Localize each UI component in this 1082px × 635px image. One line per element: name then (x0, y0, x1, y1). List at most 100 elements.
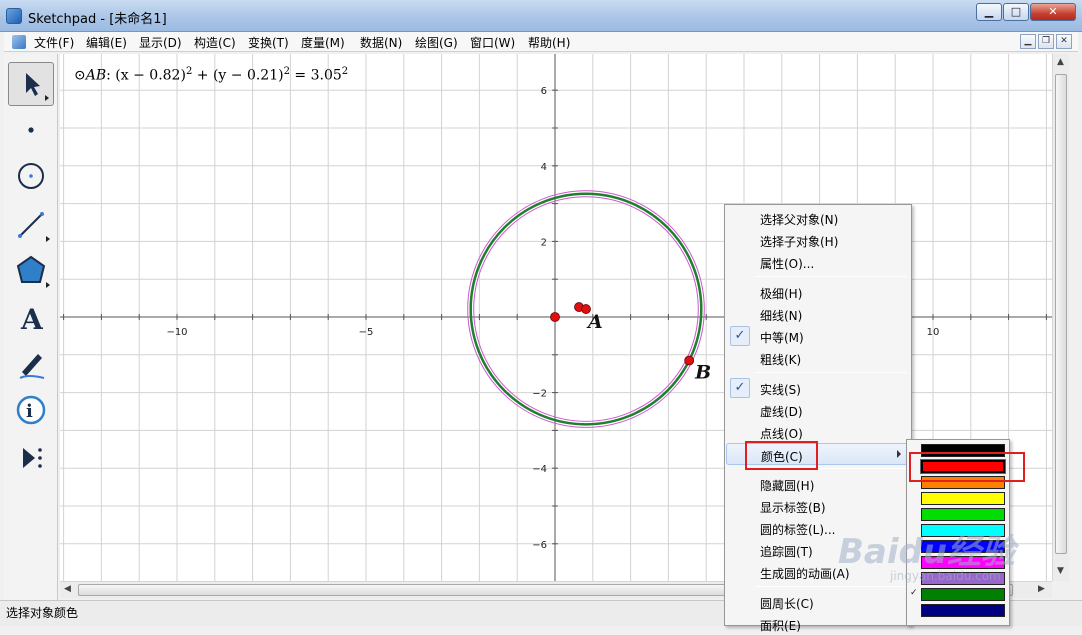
context-menu-item[interactable]: 隐藏圆(H) (726, 473, 910, 495)
equation-part-2: + (y − 0.21) (192, 67, 284, 84)
close-button[interactable]: ✕ (1030, 3, 1076, 21)
color-swatch[interactable] (921, 588, 1005, 601)
menu-graph[interactable]: 绘图(G) (415, 34, 458, 51)
polygon-tool[interactable] (8, 248, 54, 292)
maximize-button[interactable]: □ (1003, 3, 1029, 21)
vertical-scrollbar[interactable]: ▲ ▼ (1052, 54, 1069, 581)
status-text: 选择对象颜色 (6, 606, 79, 620)
compass-tool[interactable] (8, 154, 54, 198)
label-a: A (586, 311, 603, 333)
menu-separator (755, 586, 907, 587)
submenu-arrow-icon (897, 450, 901, 458)
document-icon[interactable] (12, 35, 26, 49)
doc-restore-button[interactable]: ❐ (1038, 34, 1054, 49)
context-menu-item[interactable]: 圆周长(C) (726, 591, 910, 613)
label-b: B (694, 362, 711, 384)
menu-display[interactable]: 显示(D) (139, 34, 182, 51)
text-tool[interactable]: A (8, 296, 54, 340)
y-tick-label: 2 (541, 237, 547, 248)
equation-part-3: = 3.05 (289, 67, 342, 84)
color-swatch[interactable] (921, 492, 1005, 505)
point-icon (28, 127, 34, 133)
x-tick-label: 10 (927, 327, 940, 338)
circle-name: AB (85, 67, 107, 84)
context-menu-item[interactable]: 面积(E) (726, 613, 910, 635)
context-menu-item-label: 属性(O)... (760, 257, 815, 271)
context-menu-item[interactable]: ✓ 实线(S) (726, 377, 910, 399)
menu-data[interactable]: 数据(N) (360, 34, 402, 51)
marker-pen-icon (19, 354, 45, 379)
context-menu-item[interactable]: 选择父对象(N) (726, 207, 910, 229)
scroll-down-icon[interactable]: ▼ (1057, 566, 1064, 576)
tool-menu-triangle-icon (45, 95, 49, 101)
equation-sup-3: 2 (341, 66, 349, 77)
scroll-right-icon[interactable]: ▶ (1038, 584, 1045, 594)
minimize-button[interactable]: ▁ (976, 3, 1002, 21)
context-menu-item-label: 虚线(D) (760, 405, 803, 419)
title-bar: Sketchpad - [未命名1] ▁ □ ✕ (0, 0, 1082, 32)
y-tick-label: 4 (541, 162, 547, 173)
context-menu-item[interactable]: 点线(O) (726, 421, 910, 443)
context-menu-item-label: 隐藏圆(H) (760, 479, 815, 493)
menu-file[interactable]: 文件(F) (34, 34, 74, 51)
x-tick-label: −5 (359, 327, 374, 338)
sketchpad-app-icon[interactable] (6, 8, 22, 24)
highlight-box-color-item (745, 441, 818, 470)
scroll-left-icon[interactable]: ◀ (64, 584, 71, 594)
context-menu-item-label: 中等(M) (760, 331, 804, 345)
y-tick-label: −4 (532, 464, 547, 475)
color-swatch[interactable] (921, 604, 1005, 617)
current-color-check-icon: ✓ (910, 588, 918, 598)
marker-tool[interactable] (8, 342, 54, 386)
context-menu-item-label: 显示标签(B) (760, 501, 826, 515)
menu-transform[interactable]: 变换(T) (248, 34, 289, 51)
context-menu-item[interactable]: 虚线(D) (726, 399, 910, 421)
document-window-controls: ▁ ❐ ✕ (1018, 34, 1072, 49)
circle-symbol: ⊙ (74, 67, 86, 84)
context-menu-item-label: 选择子对象(H) (760, 235, 839, 249)
arrow-select-tool[interactable] (8, 62, 54, 106)
doc-minimize-button[interactable]: ▁ (1020, 34, 1036, 49)
menu-construct[interactable]: 构造(C) (194, 34, 236, 51)
checkmark-icon: ✓ (730, 326, 750, 346)
checkmark-icon: ✓ (730, 378, 750, 398)
context-menu-item[interactable]: 极细(H) (726, 281, 910, 303)
menu-help[interactable]: 帮助(H) (528, 34, 570, 51)
window-controls: ▁ □ ✕ (975, 3, 1076, 21)
context-menu-item-label: 选择父对象(N) (760, 213, 839, 227)
information-tool[interactable]: i (8, 388, 54, 432)
context-menu-item[interactable]: 属性(O)... (726, 251, 910, 273)
watermark-logo: Baidu经验 (838, 532, 1016, 572)
compass-circle-icon (18, 163, 44, 189)
doc-close-button[interactable]: ✕ (1056, 34, 1072, 49)
context-menu-item[interactable]: 粗线(K) (726, 347, 910, 369)
menu-measure[interactable]: 度量(M) (301, 34, 345, 51)
context-menu-item[interactable]: ✓ 中等(M) (726, 325, 910, 347)
context-menu-item-label: 追踪圆(T) (760, 545, 813, 559)
menu-bar: 文件(F) 编辑(E) 显示(D) 构造(C) 变换(T) 度量(M) 数据(N… (4, 32, 1078, 52)
equation-part-1: : (x − 0.82) (106, 67, 186, 84)
y-tick-label: 6 (541, 86, 547, 97)
vertical-scroll-thumb[interactable] (1055, 74, 1067, 554)
context-menu-item[interactable]: 显示标签(B) (726, 495, 910, 517)
custom-tool[interactable] (8, 436, 54, 480)
tool-menu-triangle-icon (46, 236, 50, 242)
menu-edit[interactable]: 编辑(E) (86, 34, 127, 51)
toolbox: A i (4, 54, 58, 602)
watermark-url: jingyan.baidu.com (890, 569, 1001, 583)
point-tool[interactable] (8, 108, 54, 152)
custom-tools-icon (23, 448, 42, 468)
point-b (684, 355, 695, 366)
context-menu-item[interactable]: 细线(N) (726, 303, 910, 325)
context-menu-item[interactable]: 选择子对象(H) (726, 229, 910, 251)
highlight-box-red-swatch (909, 452, 1025, 482)
circle-equation[interactable]: ⊙AB: (x − 0.82)2 + (y − 0.21)2 = 3.052 (74, 66, 348, 84)
context-menu-item-label: 圆的标签(L)... (760, 523, 836, 537)
watermark: Baidu经验 jingyan.baidu.com (838, 524, 1015, 583)
color-swatch[interactable] (921, 508, 1005, 521)
tool-menu-triangle-icon (46, 282, 50, 288)
scroll-up-icon[interactable]: ▲ (1057, 57, 1064, 67)
svg-text:A: A (20, 303, 44, 336)
menu-window[interactable]: 窗口(W) (470, 34, 515, 51)
straightedge-tool[interactable] (8, 202, 54, 246)
